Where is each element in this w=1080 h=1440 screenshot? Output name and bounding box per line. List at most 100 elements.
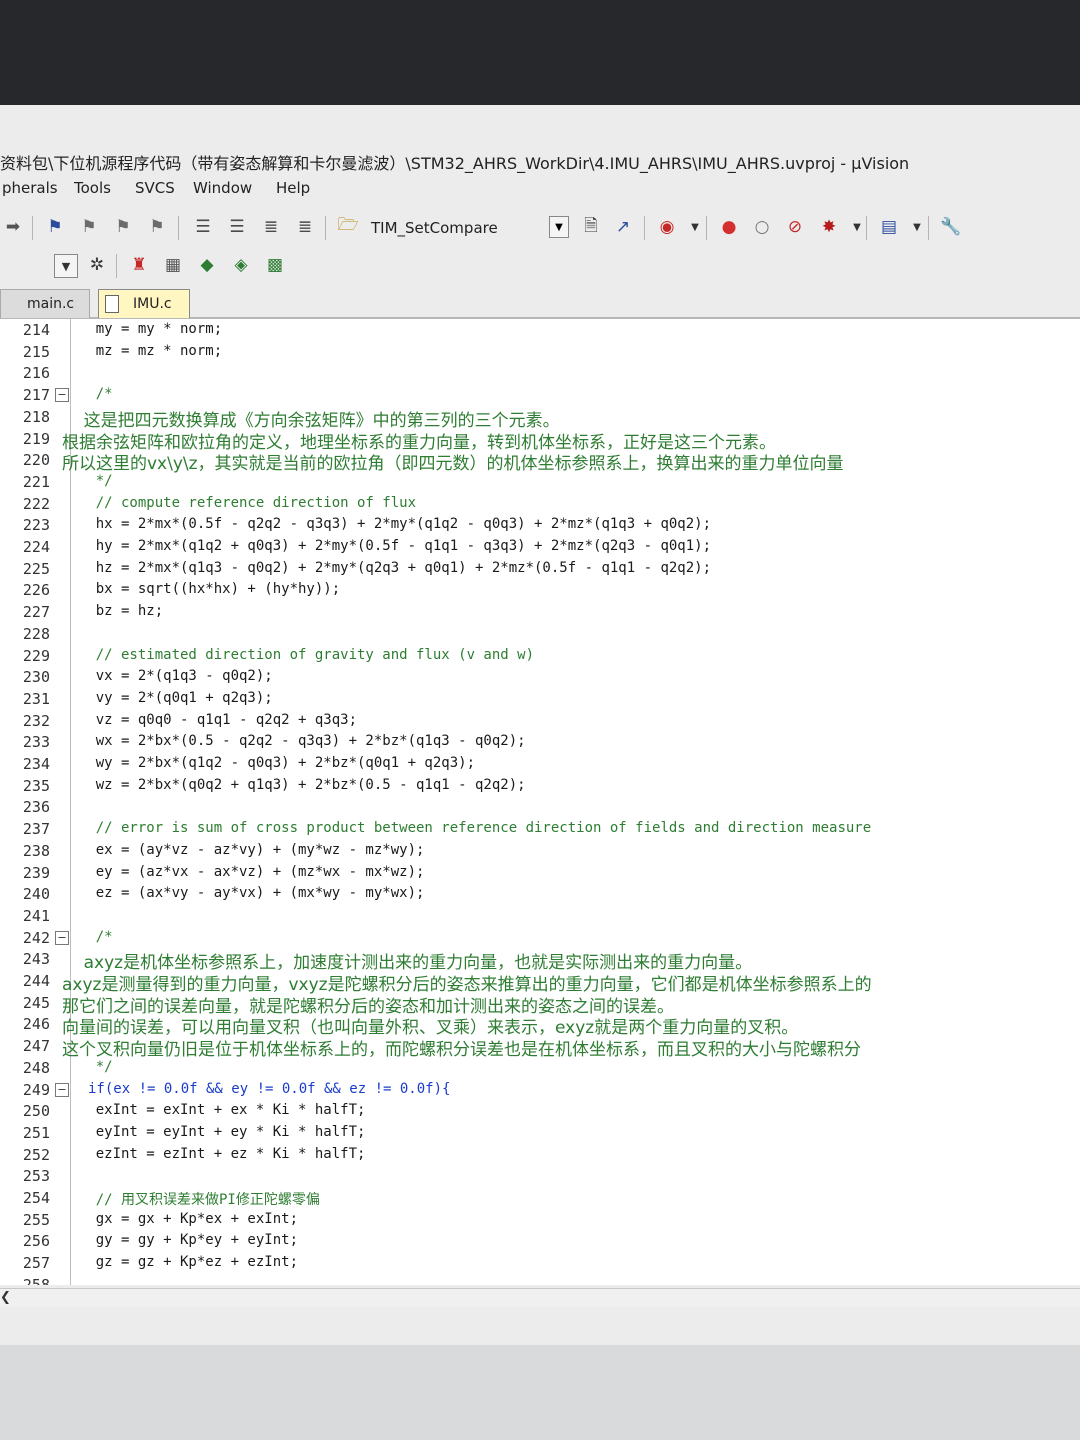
window-layout-icon[interactable]: ▤ [878, 216, 900, 238]
code-line[interactable]: 232 vz = q0q0 - q1q1 - q2q2 + q3q3; [0, 710, 1080, 732]
code-line[interactable]: 215 mz = mz * norm; [0, 341, 1080, 363]
code-line[interactable]: 219 根据余弦矩阵和欧拉角的定义，地理坐标系的重力向量，转到机体坐标系，正好是这… [0, 428, 1080, 453]
find-target-combo[interactable]: 🗁 TIM_SetCompare ▼ [333, 213, 571, 241]
chevron-down-icon[interactable]: ▼ [549, 216, 569, 238]
breakpoint-disable-all-icon[interactable]: ⊘ [784, 216, 806, 238]
indent-icon[interactable]: ☰ [192, 216, 214, 238]
code-editor[interactable]: 214 my = my * norm; 215 mz = mz * norm; 21… [0, 319, 1080, 1285]
code-line[interactable]: 217− /* [0, 384, 1080, 406]
editor-tabs: main.c IMU.c [0, 287, 1080, 319]
code-line[interactable]: 255 gx = gx + Kp*ex + exInt; [0, 1209, 1080, 1231]
code-line[interactable]: 224 hy = 2*mx*(q1q2 + q0q3) + 2*my*(0.5f… [0, 536, 1080, 558]
window-title: 资料包\下位机源程序代码（带有姿态解算和卡尔曼滤波）\STM32_AHRS_Wo… [0, 154, 910, 173]
chevron-down-icon[interactable]: ▼ [846, 216, 868, 238]
menu-svcs[interactable]: SVCS [135, 179, 175, 197]
code-text: exInt = exInt + ex * Ki * halfT; [62, 1102, 366, 1119]
tab-imu-c[interactable]: IMU.c [98, 289, 190, 318]
manage-project-icon[interactable]: ♜ [128, 254, 150, 276]
menu-window[interactable]: Window [193, 179, 252, 197]
bookmark-next-icon[interactable]: ⚑ [112, 216, 134, 238]
code-line[interactable]: 218 这是把四元数换算成《方向余弦矩阵》中的第三列的三个元素。 [0, 406, 1080, 431]
incremental-find-icon[interactable]: ↗ [612, 216, 634, 238]
file-extensions-icon[interactable]: ▦ [162, 254, 184, 276]
code-line[interactable]: 236 [0, 796, 1080, 818]
code-line[interactable]: 253 [0, 1165, 1080, 1187]
code-line[interactable]: 214 my = my * norm; [0, 319, 1080, 341]
line-number: 255 [22, 1210, 50, 1229]
find-in-files-icon: 🗁 [337, 214, 359, 235]
chevron-down-icon[interactable]: ▼ [54, 254, 78, 278]
code-line[interactable]: 238 ex = (ay*vz - az*vy) + (my*wz - mz*w… [0, 840, 1080, 862]
code-line[interactable]: 244 axyz是测量得到的重力向量，vxyz是陀螺积分后的姿态来推算出的重力向量… [0, 970, 1080, 995]
tab-main-c[interactable]: main.c [0, 289, 90, 318]
code-line[interactable]: 234 wy = 2*bx*(q1q2 - q0q3) + 2*bz*(q0q1… [0, 753, 1080, 775]
code-text: if(ex != 0.0f && ey != 0.0f && ez != 0.0… [88, 1080, 451, 1097]
code-line[interactable]: 229 // estimated direction of gravity an… [0, 645, 1080, 667]
code-line[interactable]: 231 vy = 2*(q0q1 + q2q3); [0, 688, 1080, 710]
code-line[interactable]: 256 gy = gy + Kp*ey + eyInt; [0, 1230, 1080, 1252]
breakpoint-kill-all-icon[interactable]: ✸ [818, 216, 840, 238]
menu-peripherals[interactable]: pherals [2, 179, 58, 197]
code-line[interactable]: 216 [0, 362, 1080, 384]
code-line[interactable]: 230 vx = 2*(q1q3 - q0q2); [0, 666, 1080, 688]
menu-help[interactable]: Help [276, 179, 310, 197]
fold-toggle-icon[interactable]: − [55, 1082, 69, 1097]
breakpoint-enable-icon[interactable]: ○ [751, 216, 773, 238]
pack-installer-icon[interactable]: ▩ [264, 254, 286, 276]
breakpoint-insert-icon[interactable]: ● [718, 216, 740, 238]
code-line[interactable]: 254 // 用叉积误差来做PI修正陀螺零偏 [0, 1187, 1080, 1209]
code-line[interactable]: 241 [0, 905, 1080, 927]
code-line[interactable]: 245 那它们之间的误差向量，就是陀螺积分后的姿态和加计测出来的姿态之间的误差。 [0, 992, 1080, 1017]
code-line[interactable]: 223 hx = 2*mx*(0.5f - q2q2 - q3q3) + 2*m… [0, 514, 1080, 536]
configure-icon[interactable]: 🔧 [940, 216, 962, 238]
code-line[interactable]: 233 wx = 2*bx*(0.5 - q2q2 - q3q3) + 2*bz… [0, 731, 1080, 753]
code-line[interactable]: 240 ez = (ax*vy - ay*vx) + (mx*wy - my*w… [0, 883, 1080, 905]
code-line[interactable]: 220 所以这里的vx\y\z，其实就是当前的欧拉角（即四元数）的机体坐标参照系上… [0, 449, 1080, 474]
code-line[interactable]: 239 ey = (az*vx - ax*vz) + (mz*wx - mx*w… [0, 862, 1080, 884]
code-line[interactable]: 226 bx = sqrt((hx*hx) + (hy*hy)); [0, 579, 1080, 601]
scroll-left-icon[interactable]: ❮ [0, 1290, 11, 1305]
code-line[interactable]: 246 向量间的误差，可以用向量叉积（也叫向量外积、叉乘）来表示，exyz就是两个… [0, 1013, 1080, 1038]
line-number: 238 [22, 841, 50, 860]
line-number: 250 [22, 1102, 50, 1121]
code-line[interactable]: 249− if(ex != 0.0f && ey != 0.0f && ez !=… [0, 1079, 1080, 1101]
target-options-icon[interactable]: ✲ [86, 254, 108, 276]
code-line[interactable]: 221 */ [0, 471, 1080, 493]
code-line[interactable]: 258 [0, 1274, 1080, 1285]
comment-icon[interactable]: ≣ [260, 216, 282, 238]
line-number: 251 [22, 1123, 50, 1142]
manage-components-icon[interactable]: ◆ [196, 254, 218, 276]
code-line[interactable]: 257 gz = gz + Kp*ez + ezInt; [0, 1252, 1080, 1274]
select-packs-icon[interactable]: ◈ [230, 254, 252, 276]
horizontal-scrollbar[interactable]: ❮ [0, 1288, 1080, 1307]
code-text: // error is sum of cross product between… [62, 820, 872, 837]
bookmark-prev-icon[interactable]: ⚑ [78, 216, 100, 238]
code-line[interactable]: 228 [0, 623, 1080, 645]
code-line[interactable]: 242− /* [0, 927, 1080, 949]
code-line[interactable]: 222 // compute reference direction of fl… [0, 493, 1080, 515]
code-text: /* [62, 928, 113, 945]
line-number: 248 [22, 1058, 50, 1077]
unindent-icon[interactable]: ☰ [226, 216, 248, 238]
bookmark-icon[interactable]: ⚑ [44, 216, 66, 238]
debug-session-icon[interactable]: ◉ [656, 216, 678, 238]
toolbar-build: ➡ ⚑ ⚑ ⚑ ⚑ ☰ ☰ ≣ ≣ 🗁 TIM_SetCompare ▼ 🗎 ↗… [0, 210, 1080, 246]
navigate-forward-icon[interactable]: ➡ [2, 216, 24, 238]
chevron-down-icon[interactable]: ▼ [906, 216, 928, 238]
code-text: // compute reference direction of flux [62, 494, 417, 511]
code-line[interactable]: 235 wz = 2*bx*(q0q2 + q1q3) + 2*bz*(0.5 … [0, 775, 1080, 797]
bookmark-clear-icon[interactable]: ⚑ [146, 216, 168, 238]
code-line[interactable]: 247 这个叉积向量仍旧是位于机体坐标系上的，而陀螺积分误差也是在机体坐标系，而且… [0, 1035, 1080, 1060]
code-line[interactable]: 237 // error is sum of cross product bet… [0, 818, 1080, 840]
code-line[interactable]: 251 eyInt = eyInt + ey * Ki * halfT; [0, 1122, 1080, 1144]
code-line[interactable]: 227 bz = hz; [0, 601, 1080, 623]
code-line[interactable]: 248 */ [0, 1057, 1080, 1079]
code-line[interactable]: 243 axyz是机体坐标参照系上，加速度计测出来的重力向量，也就是实际测出来的… [0, 948, 1080, 973]
menu-tools[interactable]: Tools [74, 179, 111, 197]
code-line[interactable]: 225 hz = 2*mx*(q1q3 - q0q2) + 2*my*(q2q3… [0, 558, 1080, 580]
code-line[interactable]: 252 ezInt = ezInt + ez * Ki * halfT; [0, 1144, 1080, 1166]
uncomment-icon[interactable]: ≣ [294, 216, 316, 238]
chevron-down-icon[interactable]: ▼ [684, 216, 706, 238]
find-icon[interactable]: 🗎 [580, 216, 602, 238]
code-line[interactable]: 250 exInt = exInt + ex * Ki * halfT; [0, 1100, 1080, 1122]
